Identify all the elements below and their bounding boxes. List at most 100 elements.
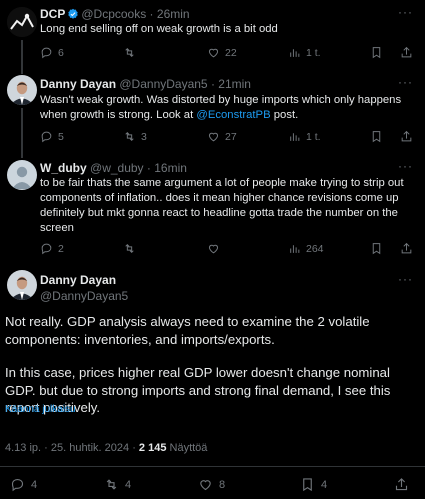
reply-icon — [41, 47, 52, 59]
tweet-dcp[interactable]: DCP @Dcpcooks · 26min ··· Long end sellin… — [0, 0, 425, 74]
avatar[interactable] — [7, 7, 37, 37]
views-count: 1 t. — [306, 130, 321, 143]
bookmark-icon — [303, 478, 312, 492]
bookmark-icon — [372, 243, 381, 255]
reply-count: 2 — [58, 242, 64, 255]
tweet-time[interactable]: 16min — [154, 161, 187, 175]
share-icon — [401, 242, 412, 254]
thread-line — [21, 108, 23, 158]
tweet-actions: 2 264 — [40, 242, 413, 258]
retweet-icon — [125, 48, 134, 57]
like-count: 8 — [219, 478, 226, 491]
tweet-header: Danny Dayan @DannyDayan5 · 21min — [40, 77, 251, 91]
heart-icon — [208, 48, 219, 58]
tweet-header: DCP @Dcpcooks · 26min — [40, 7, 190, 23]
reply-button[interactable]: 4 — [10, 477, 37, 492]
like-button[interactable] — [207, 242, 225, 255]
bookmark-count: 4 — [321, 478, 328, 491]
retweet-icon — [125, 132, 134, 141]
translate-post-link[interactable]: Käännä julkaisu — [5, 404, 76, 415]
views-button[interactable]: 264 — [288, 242, 324, 255]
reply-count: 4 — [31, 478, 38, 491]
verified-badge-icon — [67, 8, 79, 23]
tweet-timestamp[interactable]: 4.13 ip. · 25. huhtik. 2024 · — [5, 442, 139, 454]
reply-button[interactable]: 2 — [40, 242, 64, 255]
retweet-icon — [106, 479, 117, 490]
tweet-time[interactable]: 21min — [218, 77, 251, 91]
reply-icon — [41, 243, 52, 255]
share-icon — [401, 46, 412, 58]
author-name[interactable]: Danny Dayan — [40, 77, 116, 91]
tweet-header: W_duby @w_duby · 16min — [40, 161, 187, 175]
heart-icon — [208, 132, 219, 142]
reply-button[interactable]: 6 — [40, 46, 64, 59]
like-button[interactable]: 27 — [207, 130, 237, 143]
heart-icon — [200, 480, 211, 491]
share-icon — [401, 130, 412, 142]
bookmark-icon — [372, 131, 381, 143]
heart-icon — [208, 244, 219, 254]
views-chart-icon — [290, 245, 300, 253]
bookmark-button[interactable] — [370, 46, 383, 64]
avatar[interactable] — [7, 75, 37, 105]
reply-button[interactable]: 5 — [40, 130, 64, 143]
tweet-text: to be fair thats the same argument a lot… — [40, 177, 404, 234]
retweet-button[interactable] — [123, 242, 141, 255]
view-count: 2 145 — [138, 442, 167, 454]
main-tweet-actions: 4 4 8 4 — [0, 477, 425, 495]
author-name[interactable]: W_duby — [40, 161, 87, 175]
more-options-icon[interactable]: ··· — [398, 272, 413, 286]
retweet-count: 4 — [125, 478, 132, 491]
views-label: Näyttöä — [166, 442, 208, 454]
retweet-icon — [125, 244, 134, 253]
author-handle[interactable]: @DannyDayan5 — [119, 77, 207, 91]
mention-link[interactable]: @EconstratPB — [196, 109, 270, 121]
bookmark-button[interactable] — [370, 242, 383, 260]
share-button[interactable] — [400, 46, 413, 64]
main-avatar[interactable] — [7, 270, 37, 300]
reply-icon — [11, 478, 24, 492]
tweet-actions: 5 3 27 1 t. — [40, 130, 413, 146]
reply-count: 6 — [58, 46, 64, 59]
retweet-button[interactable] — [123, 46, 141, 59]
share-button[interactable] — [394, 477, 415, 492]
author-handle[interactable]: @w_duby — [90, 161, 144, 175]
tweet-actions: 6 22 1 t. — [40, 46, 413, 62]
views-chart-icon — [290, 49, 300, 57]
tweet-text: Long end selling off on weak growth is a… — [40, 23, 278, 35]
like-button[interactable]: 8 — [198, 477, 225, 492]
like-button[interactable]: 22 — [207, 46, 237, 59]
bookmark-button[interactable]: 4 — [300, 477, 327, 492]
bookmark-button[interactable] — [370, 130, 383, 148]
views-button[interactable]: 1 t. — [288, 46, 321, 59]
tweet-meta: 4.13 ip. · 25. huhtik. 2024 · 2 145 Näyt… — [5, 442, 207, 454]
author-handle[interactable]: @Dcpcooks — [81, 7, 146, 21]
author-name[interactable]: DCP — [40, 7, 65, 21]
like-count: 27 — [225, 130, 237, 143]
views-count: 264 — [306, 242, 324, 255]
main-author-name[interactable]: Danny Dayan — [40, 273, 116, 287]
retweet-button[interactable]: 4 — [104, 477, 131, 492]
more-options-icon[interactable]: ··· — [398, 5, 413, 19]
share-icon — [395, 478, 408, 491]
tweet-danny-reply[interactable]: Danny Dayan @DannyDayan5 · 21min ··· Was… — [0, 70, 425, 158]
tweet-time[interactable]: 26min — [157, 7, 190, 21]
more-options-icon[interactable]: ··· — [398, 75, 413, 89]
more-options-icon[interactable]: ··· — [398, 159, 413, 173]
tweet-w-duby[interactable]: W_duby @w_duby · 16min ··· to be fair th… — [0, 155, 425, 265]
share-button[interactable] — [400, 242, 413, 260]
bookmark-icon — [372, 47, 381, 59]
like-count: 22 — [225, 46, 237, 59]
views-chart-icon — [290, 133, 300, 141]
reply-icon — [41, 131, 52, 143]
main-tweet-paragraph-1: Not really. GDP analysis always need to … — [5, 314, 370, 347]
avatar[interactable] — [7, 160, 37, 190]
views-count: 1 t. — [306, 46, 321, 59]
divider — [0, 466, 425, 467]
main-author-handle[interactable]: @DannyDayan5 — [40, 289, 128, 303]
views-button[interactable]: 1 t. — [288, 130, 321, 143]
retweet-button[interactable]: 3 — [123, 130, 147, 143]
share-button[interactable] — [400, 130, 413, 148]
retweet-count: 3 — [141, 130, 147, 143]
tweet-text: Wasn't weak growth. Was distorted by hug… — [40, 94, 402, 121]
